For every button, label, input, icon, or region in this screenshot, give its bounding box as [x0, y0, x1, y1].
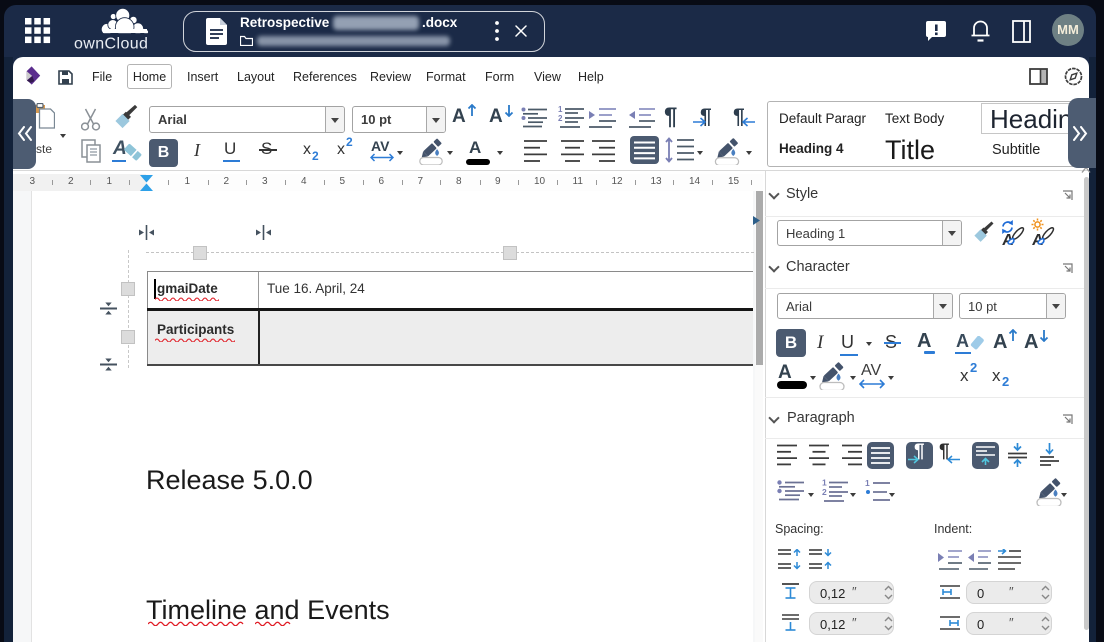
svg-text:2: 2 [558, 114, 563, 123]
svg-text:2: 2 [822, 487, 827, 497]
svg-text:1: 1 [558, 105, 563, 114]
svg-text:1: 1 [865, 478, 870, 488]
svg-text:ownCloud: ownCloud [74, 36, 148, 53]
